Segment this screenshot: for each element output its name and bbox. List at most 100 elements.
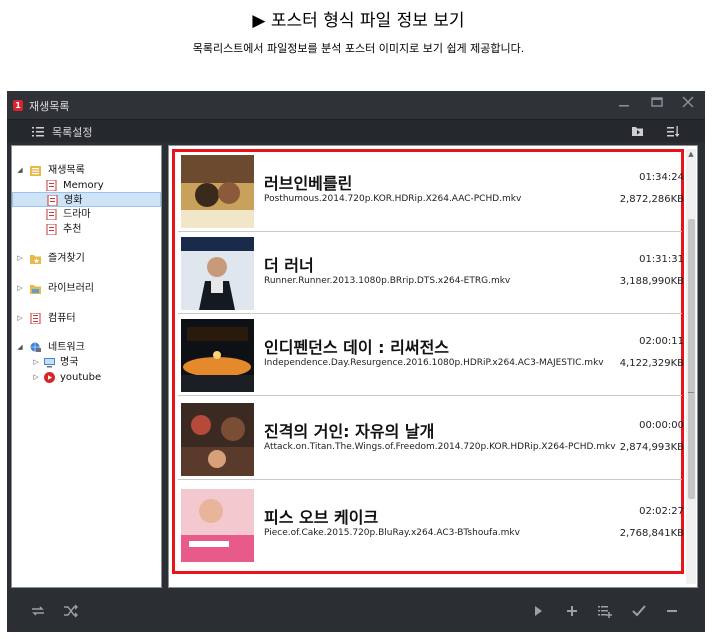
poster-thumbnail (181, 403, 254, 476)
file-size: 2,768,841KB (619, 528, 684, 539)
file-name: Piece.of.Cake.2015.720p.BluRay.x264.AC3-… (264, 528, 520, 538)
tree-item-label: 드라마 (63, 209, 91, 220)
vertical-scrollbar[interactable]: ▲ (686, 149, 696, 584)
tree-item-label: 재생목록 (48, 165, 85, 176)
add-to-list-icon (598, 606, 612, 618)
movie-title: 진격의 거인: 자유의 날개 (264, 422, 435, 441)
title-bar[interactable]: 1 재생목록 (7, 91, 705, 119)
list-item[interactable]: 러브인베를린 Posthumous.2014.720p.KOR.HDRip.X2… (178, 152, 684, 232)
sort-icon[interactable] (666, 124, 680, 138)
tree-item-recommended[interactable]: 추천 (46, 222, 156, 237)
playlist-icon (30, 166, 41, 176)
movie-title: 더 러너 (264, 256, 314, 275)
movie-title: 인디펜던스 데이 : 리써전스 (264, 338, 450, 357)
playlist-file-icon (46, 224, 57, 235)
shuffle-icon (64, 604, 78, 618)
scroll-up-icon[interactable]: ▲ (686, 149, 696, 159)
page-title: ▶ 포스터 형식 파일 정보 보기 (252, 11, 465, 31)
file-name: Posthumous.2014.720p.KOR.HDRip.X264.AAC-… (264, 194, 522, 204)
tree-item-label: 컴퓨터 (48, 313, 76, 324)
tree-item-youtube[interactable]: ▷ youtube (32, 370, 156, 385)
remove-icon (667, 610, 677, 612)
duration: 00:00:00 (639, 420, 684, 431)
duration: 01:34:24 (639, 172, 684, 183)
open-folder-icon[interactable] (631, 124, 645, 138)
play-button[interactable] (529, 604, 547, 622)
poster-thumbnail (181, 319, 254, 392)
folder-tree: ◢ 재생목록 Memory 영화 드라마 추천 ▷ 즐겨찾기 ▷ 라이브러리 ▷… (11, 145, 162, 588)
list-item[interactable]: 인디펜던스 데이 : 리써전스 Independence.Day.Resurge… (178, 316, 684, 396)
tree-item-drama[interactable]: 드라마 (46, 207, 156, 222)
poster-thumbnail (181, 489, 254, 562)
remove-button[interactable] (663, 604, 681, 622)
tree-item-label: youtube (60, 372, 102, 383)
scroll-grip-icon (688, 392, 694, 393)
library-icon (30, 285, 41, 294)
bottom-controls (7, 594, 705, 632)
tree-item-network-pc[interactable]: ▷ 명국 (32, 355, 156, 370)
close-button[interactable] (679, 96, 697, 114)
select-button[interactable] (630, 604, 648, 622)
toolbar: 목록설정 (7, 119, 705, 142)
file-name: Runner.Runner.2013.1080p.BRrip.DTS.x264-… (264, 276, 511, 286)
close-icon (682, 96, 694, 108)
tree-item-label: 영화 (64, 195, 83, 206)
tree-item-network[interactable]: ◢ 네트워크 (16, 340, 156, 355)
computer-icon (30, 313, 41, 324)
tree-item-label: 네트워크 (48, 342, 85, 353)
maximize-icon (651, 97, 663, 107)
tree-item-favorites[interactable]: ▷ 즐겨찾기 (16, 251, 156, 266)
app-logo: 1 (13, 100, 23, 111)
collapsed-arrow-icon[interactable]: ▷ (16, 311, 24, 326)
tree-item-label: 라이브러리 (48, 283, 94, 294)
tree-item-label: 명국 (60, 357, 79, 368)
file-name: Independence.Day.Resurgence.2016.1080p.H… (264, 358, 604, 368)
tree-item-computer[interactable]: ▷ 컴퓨터 (16, 311, 156, 326)
repeat-button[interactable] (29, 604, 47, 622)
playlist-window: 1 재생목록 목록설정 ◢ 재생목록 Memory 영화 드라마 추천 ▷ 즐겨… (7, 91, 705, 632)
window-title: 재생목록 (29, 100, 70, 113)
file-size: 2,874,993KB (619, 442, 684, 453)
network-icon (30, 342, 41, 352)
tree-item-library[interactable]: ▷ 라이브러리 (16, 281, 156, 296)
add-icon (567, 606, 577, 616)
minimize-button[interactable] (615, 96, 633, 114)
tree-item-playlist[interactable]: ◢ 재생목록 (16, 163, 156, 178)
poster-thumbnail (181, 237, 254, 310)
playlist-file-icon (46, 209, 57, 220)
collapsed-arrow-icon[interactable]: ▷ (16, 281, 24, 296)
folder-star-icon (30, 255, 41, 264)
highlight-frame: 러브인베를린 Posthumous.2014.720p.KOR.HDRip.X2… (172, 149, 684, 574)
list-settings-button[interactable]: 목록설정 (52, 124, 92, 140)
page-subtitle: 목록리스트에서 파일정보를 분석 포스터 이미지로 보기 쉽게 제공합니다. (192, 42, 525, 55)
playlist-file-icon (46, 180, 57, 191)
maximize-button[interactable] (648, 96, 666, 114)
tree-item-label: Memory (63, 180, 104, 191)
play-icon (535, 606, 542, 616)
add-button[interactable] (563, 604, 581, 622)
tree-item-memory[interactable]: Memory (46, 178, 156, 193)
list-item[interactable]: 더 러너 Runner.Runner.2013.1080p.BRrip.DTS.… (178, 234, 684, 314)
tree-item-movies[interactable]: 영화 (12, 192, 161, 207)
expanded-arrow-icon[interactable]: ◢ (16, 163, 24, 178)
list-item[interactable]: 진격의 거인: 자유의 날개 Attack.on.Titan.The.Wings… (178, 400, 684, 480)
collapsed-arrow-icon[interactable]: ▷ (32, 355, 40, 370)
scroll-thumb[interactable] (688, 219, 695, 499)
network-pc-icon (44, 358, 55, 368)
poster-list: 러브인베를린 Posthumous.2014.720p.KOR.HDRip.X2… (168, 145, 698, 588)
minimize-icon (619, 105, 629, 107)
expanded-arrow-icon[interactable]: ◢ (16, 340, 24, 355)
file-size: 2,872,286KB (619, 194, 684, 205)
movie-title: 피스 오브 케이크 (264, 508, 379, 527)
shuffle-button[interactable] (62, 604, 80, 622)
collapsed-arrow-icon[interactable]: ▷ (32, 370, 40, 385)
duration: 01:31:31 (639, 254, 684, 265)
file-size: 4,122,329KB (619, 358, 684, 369)
collapsed-arrow-icon[interactable]: ▷ (16, 251, 24, 266)
add-to-list-button[interactable] (596, 604, 614, 622)
tree-item-label: 즐겨찾기 (48, 253, 85, 264)
movie-title: 러브인베를린 (264, 174, 353, 193)
check-icon (632, 605, 646, 617)
list-settings-icon[interactable] (31, 124, 45, 138)
list-item[interactable]: 피스 오브 케이크 Piece.of.Cake.2015.720p.BluRay… (178, 486, 684, 566)
